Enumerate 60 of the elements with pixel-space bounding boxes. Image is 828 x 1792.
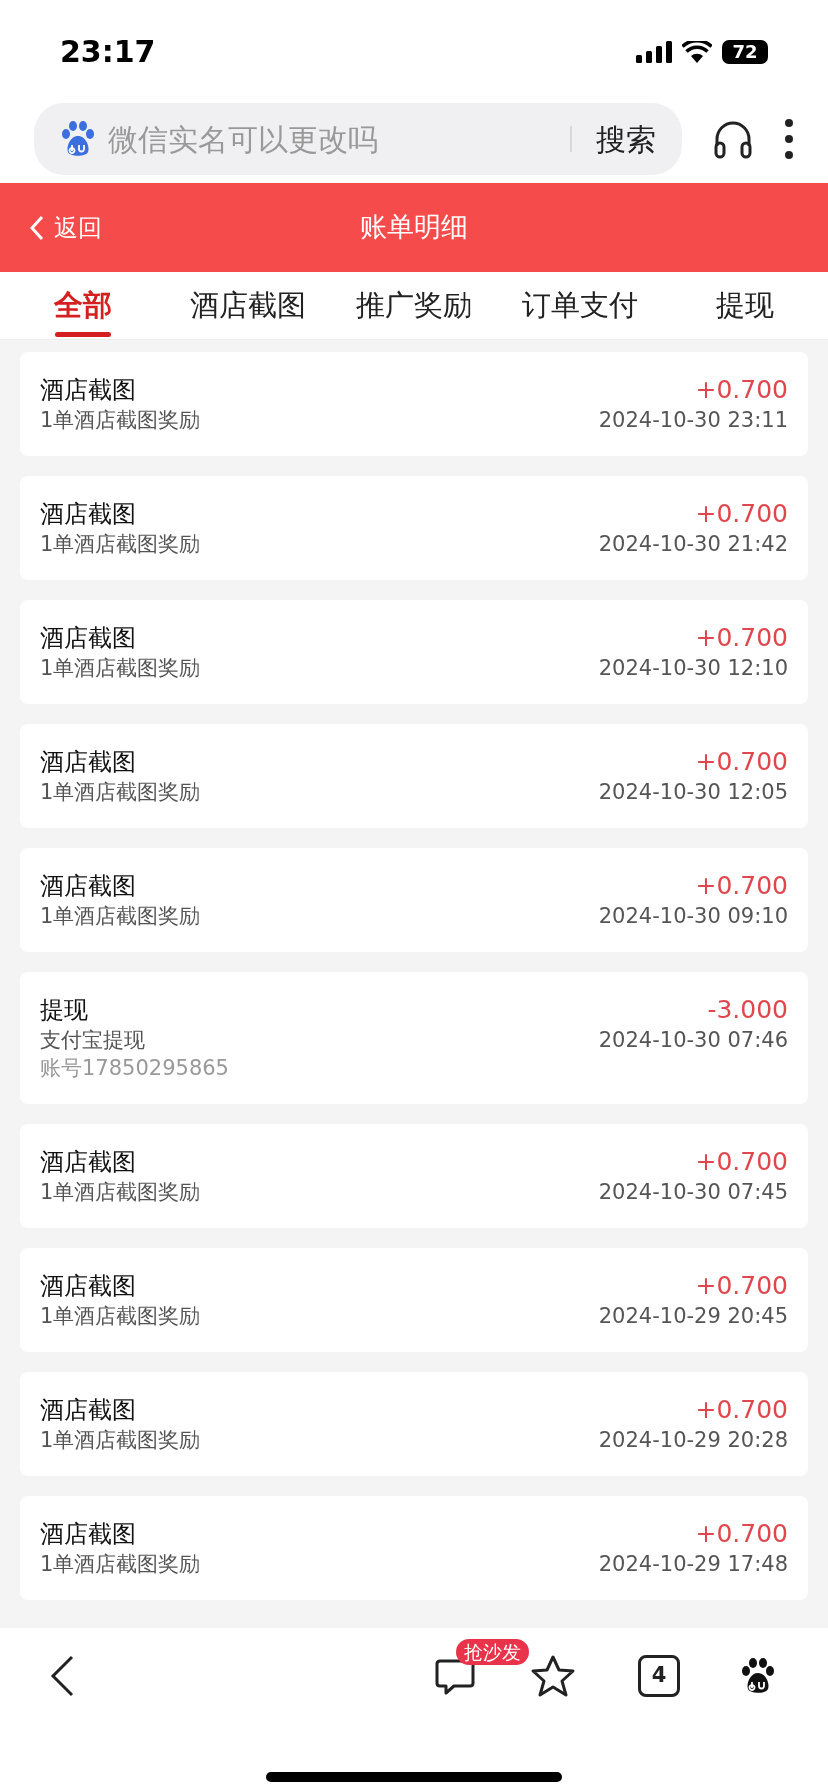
- record-detail: 1单酒店截图奖励: [40, 779, 201, 806]
- record-detail: 1单酒店截图奖励: [40, 1551, 201, 1578]
- record-detail: 1单酒店截图奖励: [40, 407, 201, 434]
- record-time: 2024-10-30 09:10: [598, 903, 788, 930]
- amount: +0.700: [695, 1518, 788, 1550]
- record-time: 2024-10-29 20:28: [598, 1427, 788, 1454]
- record-detail: 支付宝提现: [40, 1027, 146, 1054]
- search-placeholder: 微信实名可以更改吗: [108, 120, 379, 159]
- record-time: 2024-10-29 17:48: [598, 1551, 788, 1578]
- signal-icon: [636, 40, 672, 63]
- page-title: 账单明细: [360, 210, 468, 245]
- amount: +0.700: [695, 1146, 788, 1178]
- amount: +0.700: [695, 622, 788, 654]
- record-detail: 1单酒店截图奖励: [40, 1303, 201, 1330]
- amount: +0.700: [695, 870, 788, 902]
- search-button[interactable]: 搜索: [582, 116, 658, 162]
- record-title: 酒店截图: [40, 1147, 137, 1178]
- battery-icon: 72: [722, 39, 768, 64]
- record-detail: 1单酒店截图奖励: [40, 531, 201, 558]
- record-title: 酒店截图: [40, 499, 137, 530]
- record-time: 2024-10-30 12:05: [598, 779, 788, 806]
- tab[interactable]: 订单支付: [496, 272, 663, 339]
- amount: +0.700: [695, 374, 788, 406]
- record-time: 2024-10-29 20:45: [598, 1303, 788, 1330]
- amount: +0.700: [695, 1394, 788, 1426]
- record-time: 2024-10-30 07:46: [598, 1027, 788, 1054]
- status-time: 23:17: [60, 33, 156, 71]
- star-icon[interactable]: [530, 1654, 576, 1698]
- tab[interactable]: 全部: [0, 272, 166, 339]
- more-icon[interactable]: [784, 118, 794, 160]
- tab[interactable]: 推广奖励: [331, 272, 497, 339]
- record-title: 酒店截图: [40, 1395, 137, 1426]
- search-field[interactable]: 微信实名可以更改吗 搜索: [34, 103, 682, 175]
- tabs-count-button[interactable]: 4: [638, 1655, 680, 1697]
- record-title: 酒店截图: [40, 747, 137, 778]
- record-title: 酒店截图: [40, 1271, 137, 1302]
- record-time: 2024-10-30 21:42: [598, 531, 788, 558]
- account-number: 账号17850295865: [40, 1055, 229, 1082]
- record-time: 2024-10-30 07:45: [598, 1179, 788, 1206]
- wifi-icon: [682, 40, 712, 63]
- record-detail: 1单酒店截图奖励: [40, 1427, 201, 1454]
- chevron-left-icon: [30, 214, 44, 241]
- record-time: 2024-10-30 23:11: [598, 407, 788, 434]
- amount: -3.000: [707, 994, 788, 1026]
- amount: +0.700: [695, 746, 788, 778]
- record-title: 酒店截图: [40, 375, 137, 406]
- comment-badge: 抢沙发: [456, 1639, 529, 1665]
- tab[interactable]: 酒店截图: [165, 272, 332, 339]
- record-title: 酒店截图: [40, 623, 137, 654]
- record-title: 酒店截图: [40, 1519, 137, 1550]
- record-detail: 1单酒店截图奖励: [40, 1179, 201, 1206]
- record-detail: 1单酒店截图奖励: [40, 655, 201, 682]
- back-icon[interactable]: [50, 1655, 74, 1697]
- tab[interactable]: 提现: [662, 272, 828, 339]
- record-title: 提现: [40, 995, 89, 1026]
- record-title: 酒店截图: [40, 871, 137, 902]
- amount: +0.700: [695, 1270, 788, 1302]
- amount: +0.700: [695, 498, 788, 530]
- record-detail: 1单酒店截图奖励: [40, 903, 201, 930]
- record-time: 2024-10-30 12:10: [598, 655, 788, 682]
